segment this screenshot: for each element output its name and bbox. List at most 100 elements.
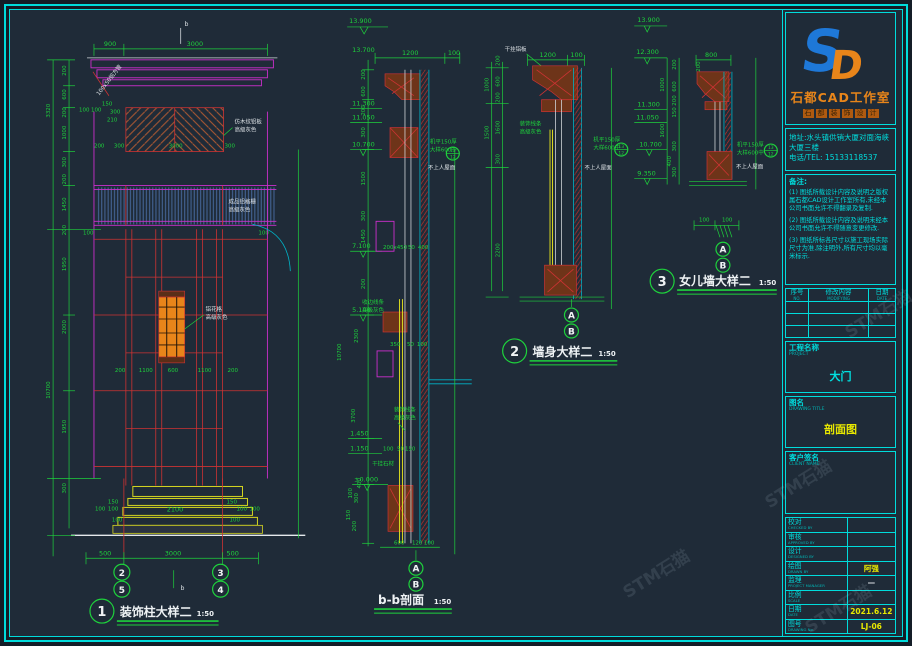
client-signature-block: 客户签名 CLIENT NAME — [785, 451, 896, 514]
sign-row: 比例SCALE — [786, 591, 895, 606]
axis-bubble: 5 — [119, 586, 125, 596]
studio-sub-char: 都 — [816, 109, 827, 118]
dim-label: 100 — [417, 342, 428, 348]
dim-label: 150 — [227, 499, 238, 505]
dim-label: 100 — [383, 447, 394, 453]
dim-label: 200 — [62, 107, 68, 118]
cad-application-canvas: b 900 3000 100x50铝方管 100 100 150 300 210 — [0, 0, 912, 646]
dim-label: 210 — [107, 118, 118, 124]
slat-label: 仿木纹铝板 — [235, 118, 263, 126]
grille-label: 成品铝格栅 — [229, 197, 257, 205]
dim-label: 150 — [405, 447, 416, 453]
dim-label: 3700 — [351, 408, 357, 422]
annotation: 装饰线条 — [520, 120, 542, 128]
sign-row: 绘图DRAWN BY 阿强 — [786, 562, 895, 577]
dim-label: 200 — [352, 520, 358, 531]
rev-cell — [786, 326, 809, 337]
dim-label: 1600 — [660, 123, 666, 137]
dim-label: 100 — [83, 230, 94, 236]
sign-value — [848, 533, 895, 547]
title-block-panel: S D 石都CAD工作室 石 都 装 饰 设 计 地址:水头镇供销大厦对面海峡 … — [782, 10, 898, 636]
axis-bubble: 2 — [119, 569, 125, 579]
dim-label: 600 — [168, 368, 179, 374]
dim-label: 100 — [91, 108, 102, 114]
level-label: 12.300 — [636, 48, 659, 56]
roof-label: 不上人屋面 — [428, 163, 456, 171]
dim-label: 2100 — [167, 505, 183, 513]
project-name-block: 工程名称 PROJECT 大门 — [785, 341, 896, 393]
rev-header-content: 修改内容 MODIFYING — [809, 289, 869, 301]
dim-label: 400 — [667, 156, 673, 167]
note-item: (2) 图纸所载设计内容及说明未经本公司书面允许不得随意变更修改. — [789, 217, 892, 233]
dim-label: 1200 — [540, 51, 556, 59]
rev-cell — [786, 314, 809, 325]
axis-bubble: 3 — [217, 569, 223, 579]
dim-label: 100 — [95, 506, 106, 512]
d3-levels: 13.900 12.300 11.300 11.050 10.700 9.350 — [634, 16, 667, 184]
dim-label: 2200 — [496, 243, 502, 257]
column-grid — [94, 112, 290, 486]
dim-label: 1950 — [62, 257, 68, 271]
roof-label: 不上人屋面 — [736, 162, 764, 170]
level-label: 13.900 — [349, 17, 372, 25]
cad-model-space[interactable]: b 900 3000 100x50铝方管 100 100 150 300 210 — [10, 10, 782, 636]
section-marker-bottom: b — [181, 585, 185, 592]
sign-value — [848, 518, 895, 532]
dim-label: 1450 — [361, 229, 367, 243]
revision-empty-row — [786, 302, 895, 314]
dim-label: 500 — [99, 549, 111, 557]
dim-label: 300 — [110, 110, 121, 116]
drawing3-title: 3 女儿墙大样二 1:50 — [650, 269, 777, 294]
dim-label: 50 — [397, 447, 404, 453]
dim-label: 1500 — [485, 125, 491, 139]
section-bubble: A — [568, 312, 575, 322]
dim-label: 200 — [696, 61, 702, 72]
level-label: 11.050 — [636, 114, 659, 122]
notes-block: 备注: (1) 图纸所载设计内容及说明之版权属石都CAD设计工作室所有,未经本公… — [785, 174, 896, 285]
sign-value: — — [848, 576, 895, 590]
sign-label: 审核APPROVED BY — [786, 533, 848, 547]
dim-label: 1950 — [62, 419, 68, 433]
drawing-parapet-detail: 13.900 12.300 11.300 11.050 10.700 9.350… — [634, 16, 777, 294]
d3-dim-chain: 1000 1600 200 600 200 150 300 400 300 — [660, 58, 679, 185]
sheet-inner-frame: b 900 3000 100x50铝方管 100 100 150 300 210 — [9, 9, 903, 637]
dim-label: 300 — [361, 127, 367, 138]
rev-header-no: 序号 NO. — [786, 289, 809, 301]
annotation: 机平150厚 — [593, 136, 620, 144]
drawing-title-value: 剖面图 — [789, 421, 892, 437]
dim-label: 200 — [361, 69, 367, 80]
phone: 电话/TEL: 15133118537 — [789, 153, 892, 163]
detail-ref: 13 — [618, 144, 624, 150]
dim-label: 100 — [112, 517, 123, 523]
dim-label: 1100 — [198, 368, 212, 374]
drawing1-title: 1 装饰柱大样二 1:50 — [90, 599, 219, 625]
dim-label: 150 — [102, 102, 113, 108]
rev-cell — [809, 302, 869, 313]
sign-value — [848, 591, 895, 605]
dim-label: 600 — [496, 76, 502, 87]
rev-cell — [809, 314, 869, 325]
dim-label: 200 — [496, 92, 502, 103]
annotation: 干挂铝板 — [505, 45, 527, 53]
rev-header-en: DATE — [877, 296, 887, 301]
section-bubble: B — [413, 581, 420, 591]
dim-label: 1600 — [496, 120, 502, 134]
address-line1: 地址:水头镇供销大厦对面海峡 — [789, 133, 892, 143]
annotation: 机平150厚 — [430, 138, 457, 146]
section-bubble: A — [412, 565, 419, 575]
dim-label: 100 — [230, 517, 241, 523]
dim-label: 350 — [390, 342, 401, 348]
annotation: 高级灰色 — [362, 306, 384, 314]
annotation: 高级灰色 — [520, 128, 542, 136]
detail-title: b-b剖面 — [378, 592, 424, 607]
dim-label: 200 — [361, 105, 367, 116]
drawing-decorative-column-detail: b 900 3000 100x50铝方管 100 100 150 300 210 — [46, 21, 305, 625]
dim-label: 200 — [94, 144, 105, 150]
dim-label: 2300 — [354, 328, 360, 342]
dim-label: 200 — [672, 59, 678, 70]
dim-label: 300 — [62, 482, 68, 493]
level-label: 1.150 — [350, 445, 369, 453]
detail-scale: 1:50 — [197, 610, 214, 618]
level-label: 10.700 — [352, 141, 375, 149]
level-label: 1.450 — [350, 430, 369, 438]
